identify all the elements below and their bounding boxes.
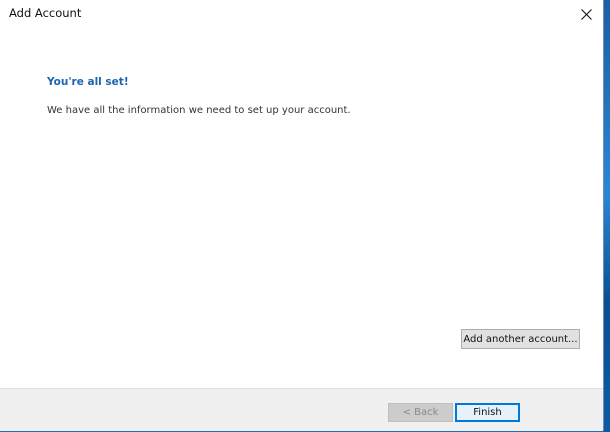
add-account-dialog: Add Account You're all set! We have all … bbox=[0, 0, 604, 431]
back-button[interactable]: < Back bbox=[388, 403, 453, 422]
desktop-background bbox=[604, 0, 610, 432]
window-title: Add Account bbox=[9, 6, 82, 20]
add-another-account-button[interactable]: Add another account... bbox=[461, 329, 580, 349]
title-bar: Add Account bbox=[0, 0, 603, 28]
dialog-footer: < Back Finish bbox=[0, 388, 603, 431]
close-icon bbox=[580, 5, 592, 24]
finish-button[interactable]: Finish bbox=[455, 403, 520, 422]
success-message: We have all the information we need to s… bbox=[47, 105, 351, 116]
success-heading: You're all set! bbox=[47, 76, 129, 88]
close-button[interactable] bbox=[571, 1, 601, 27]
